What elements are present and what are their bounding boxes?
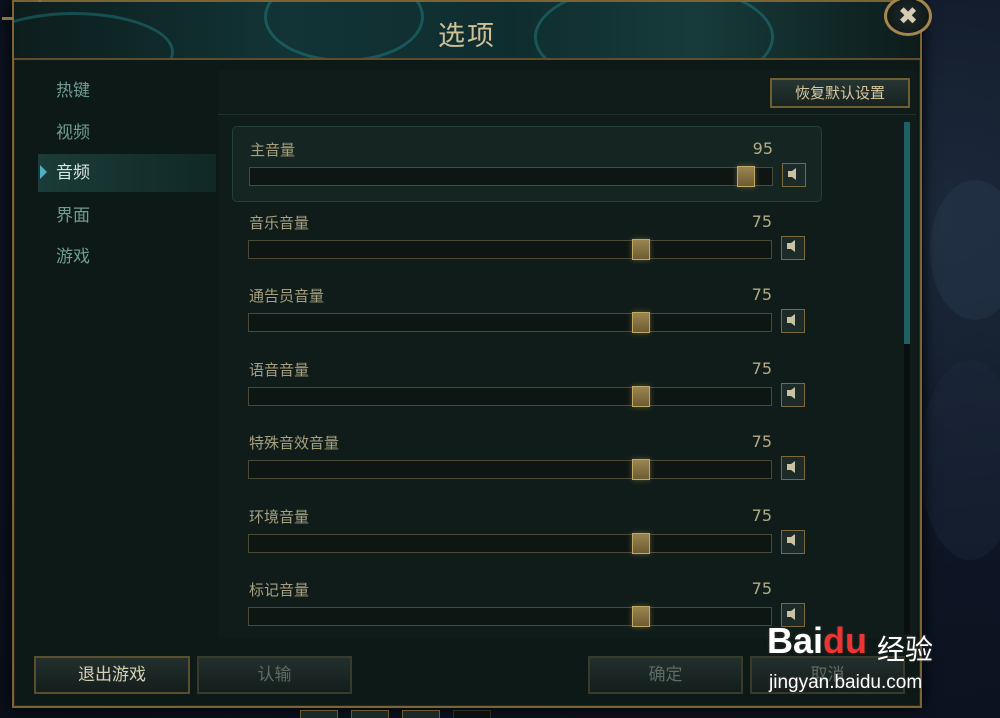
speaker-icon xyxy=(786,166,802,185)
volume-slider[interactable] xyxy=(248,606,772,627)
mute-toggle-button[interactable] xyxy=(781,529,805,554)
volume-slider-row: 语音音量 75 xyxy=(232,347,822,423)
sidebar-item-hotkeys[interactable]: 热键 xyxy=(38,72,216,110)
dialog-header: 选项 xyxy=(14,2,920,60)
volume-slider-value: 95 xyxy=(752,139,773,158)
volume-slider[interactable] xyxy=(248,312,772,333)
exit-game-button[interactable]: 退出游戏 xyxy=(34,656,190,694)
confirm-button[interactable]: 确定 xyxy=(588,656,743,694)
volume-slider-label: 标记音量 xyxy=(249,581,310,599)
baidu-logo-suffix: du xyxy=(823,620,868,661)
volume-slider-label: 特殊音效音量 xyxy=(249,434,340,452)
slider-handle[interactable] xyxy=(631,459,650,480)
speaker-icon xyxy=(785,459,801,478)
audio-settings-panel: 恢复默认设置 主音量 95 音乐音量 75 通告员音量 75 语音音量 75 特殊音效音量 75 环… xyxy=(218,70,916,638)
volume-slider[interactable] xyxy=(248,238,772,260)
volume-slider[interactable] xyxy=(248,532,772,554)
sidebar-item-interface[interactable]: 界面 xyxy=(38,197,216,235)
background-foliage xyxy=(930,180,1000,320)
slider-handle[interactable] xyxy=(631,312,650,333)
volume-slider-row: 环境音量 75 xyxy=(232,494,822,570)
scrollbar[interactable] xyxy=(904,122,910,634)
baidu-logo-prefix: Bai xyxy=(767,620,824,661)
sidebar-item-audio[interactable]: 音频 xyxy=(38,154,216,192)
volume-slider-row: 特殊音效音量 75 xyxy=(232,420,822,496)
volume-slider-row: 标记音量 75 xyxy=(232,567,822,643)
volume-slider-label: 语音音量 xyxy=(249,360,310,379)
chevron-right-icon xyxy=(40,165,47,179)
bottom-tab[interactable] xyxy=(402,710,440,718)
sidebar-item-game[interactable]: 游戏 xyxy=(38,238,216,276)
volume-slider[interactable] xyxy=(248,385,772,407)
options-dialog: 选项 热键 视频 音频 界面 游戏 恢复默认设置 主音量 95 音乐音量 75 通告员音… xyxy=(2,0,922,708)
mute-toggle-button[interactable] xyxy=(781,382,805,407)
sidebar-item-label: 音频 xyxy=(56,163,90,183)
speaker-icon xyxy=(785,238,801,257)
volume-slider-value: 75 xyxy=(751,211,772,231)
volume-slider-row: 通告员音量 75 xyxy=(232,273,822,349)
bottom-tab[interactable] xyxy=(300,710,338,718)
mute-toggle-button[interactable] xyxy=(781,309,805,333)
volume-slider-label: 主音量 xyxy=(250,141,296,159)
slider-handle[interactable] xyxy=(736,166,755,187)
sidebar-item-label: 视频 xyxy=(56,123,90,143)
volume-slider-label: 环境音量 xyxy=(249,507,310,526)
volume-slider-label: 音乐音量 xyxy=(249,213,310,232)
volume-slider-value: 75 xyxy=(751,432,772,451)
speaker-icon xyxy=(785,385,801,404)
slider-handle[interactable] xyxy=(631,385,650,407)
speaker-icon xyxy=(785,532,801,551)
close-icon: ✖ xyxy=(897,2,919,30)
watermark-url: jingyan.baidu.com xyxy=(769,672,923,693)
bottom-tab[interactable] xyxy=(453,710,491,718)
restore-defaults-button[interactable]: 恢复默认设置 xyxy=(770,78,910,108)
volume-slider-label: 通告员音量 xyxy=(249,287,325,305)
volume-slider-value: 75 xyxy=(751,285,772,304)
mute-toggle-button[interactable] xyxy=(781,235,805,260)
background-foliage xyxy=(920,360,1000,560)
scrollbar-thumb[interactable] xyxy=(904,122,910,344)
sidebar: 热键 视频 音频 界面 游戏 xyxy=(26,70,216,640)
slider-handle[interactable] xyxy=(631,238,650,260)
toolbar-divider xyxy=(218,114,916,115)
volume-slider-row: 音乐音量 75 xyxy=(232,200,822,276)
dialog-title: 选项 xyxy=(438,21,496,52)
baidu-logo: Baidu xyxy=(767,620,867,662)
speaker-icon xyxy=(785,312,801,331)
mute-toggle-button[interactable] xyxy=(782,163,806,187)
volume-slider[interactable] xyxy=(248,459,772,480)
volume-slider-value: 75 xyxy=(751,579,772,598)
sidebar-item-video[interactable]: 视频 xyxy=(38,114,216,152)
sidebar-item-label: 热键 xyxy=(56,81,90,101)
volume-slider-value: 75 xyxy=(751,358,772,378)
bottom-tab[interactable] xyxy=(351,710,389,718)
volume-slider-row: 主音量 95 xyxy=(232,126,822,202)
volume-slider-value: 75 xyxy=(751,505,772,525)
jingyan-label: 经验 xyxy=(877,633,934,666)
slider-handle[interactable] xyxy=(631,532,650,554)
volume-slider[interactable] xyxy=(249,166,773,187)
close-button[interactable]: ✖ xyxy=(884,0,932,36)
sidebar-item-label: 界面 xyxy=(56,206,90,226)
baidu-watermark: Baidu 经验 jingyan.baidu.com xyxy=(765,612,995,712)
slider-handle[interactable] xyxy=(631,606,650,627)
mute-toggle-button[interactable] xyxy=(781,456,805,480)
surrender-button[interactable]: 认输 xyxy=(197,656,352,694)
sidebar-item-label: 游戏 xyxy=(56,247,90,267)
